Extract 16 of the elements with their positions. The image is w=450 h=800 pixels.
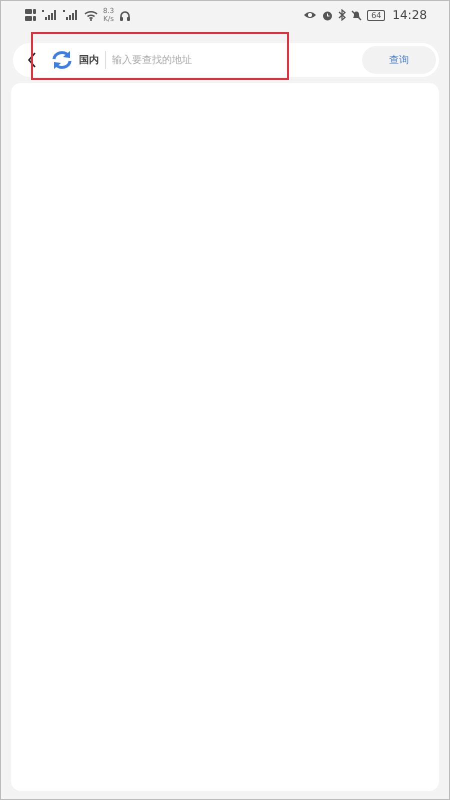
clock-time: 14:28 <box>392 8 427 22</box>
back-icon <box>27 52 37 68</box>
address-input[interactable]: 输入要查找的地址 <box>106 54 362 66</box>
refresh-icon <box>51 50 73 70</box>
muted-bell-icon <box>351 10 362 20</box>
signal-icon <box>63 10 79 20</box>
bluetooth-icon <box>338 9 346 21</box>
region-toggle[interactable]: 国内 <box>77 51 106 69</box>
sim-icon <box>25 8 37 22</box>
headphones-icon <box>119 10 132 20</box>
alarm-icon <box>322 10 334 20</box>
query-button[interactable]: 查询 <box>362 46 436 74</box>
battery-indicator: 64 <box>367 10 386 20</box>
wifi-icon <box>84 10 98 20</box>
signal-icon <box>42 10 58 20</box>
eye-icon <box>303 10 318 20</box>
